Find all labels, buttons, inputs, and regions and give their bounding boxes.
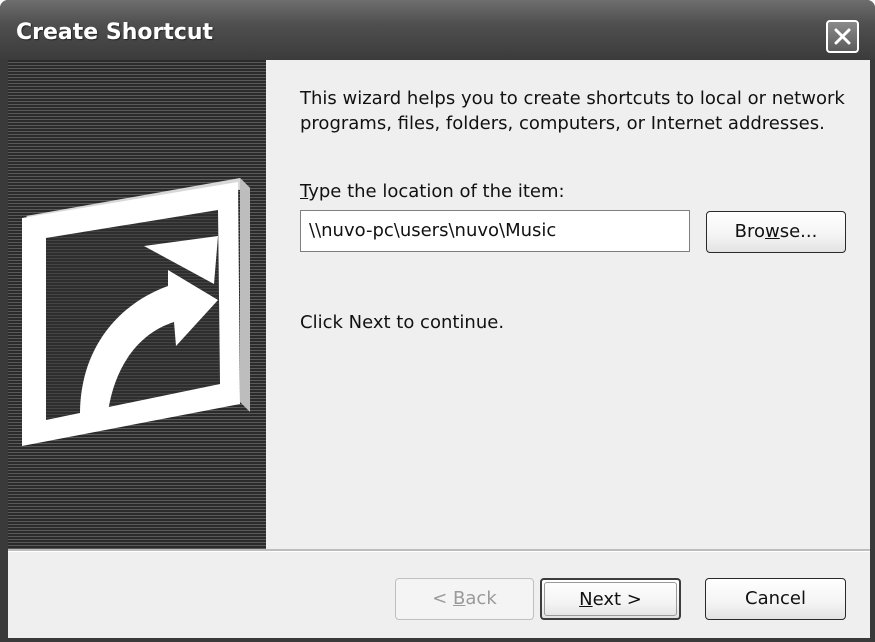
back-mnemonic: B <box>453 588 466 609</box>
back-label-post: ack <box>465 588 497 609</box>
next-button[interactable]: Next > <box>540 578 681 620</box>
location-label: Type the location of the item: <box>300 179 565 204</box>
wizard-sidebar <box>8 60 266 549</box>
browse-label-post: se... <box>779 221 818 242</box>
window-title: Create Shortcut <box>16 20 214 45</box>
close-button[interactable] <box>826 20 859 53</box>
back-label-pre: < <box>432 588 454 609</box>
wizard-intro-text: This wizard helps you to create shortcut… <box>300 88 845 134</box>
title-bar[interactable]: Create Shortcut <box>0 0 875 60</box>
back-button[interactable]: < Back <box>395 578 534 620</box>
location-label-text: ype the location of the item: <box>308 181 565 202</box>
browse-label-pre: Bro <box>734 221 765 242</box>
location-input[interactable]: \\nuvo-pc\users\nuvo\Music <box>300 210 690 252</box>
browse-mnemonic: w <box>765 221 780 242</box>
browse-button[interactable]: Browse... <box>706 211 846 253</box>
cancel-button[interactable]: Cancel <box>705 578 846 620</box>
footer-separator <box>8 549 870 552</box>
location-label-mnemonic: T <box>300 181 309 202</box>
shortcut-arrow-icon <box>18 174 254 454</box>
create-shortcut-window: Create Shortcut This wizard helps you to… <box>0 0 875 642</box>
wizard-body: This wizard helps you to create shortcut… <box>8 60 870 638</box>
next-hint-text: Click Next to continue. <box>300 312 505 333</box>
next-focus-ring <box>544 582 677 616</box>
